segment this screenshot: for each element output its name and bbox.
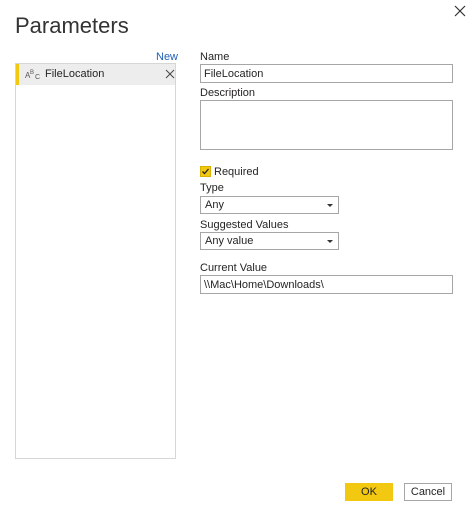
parameter-list-item[interactable]: A B C FileLocation xyxy=(16,64,175,85)
required-checkbox[interactable] xyxy=(200,166,211,177)
chevron-down-icon xyxy=(327,240,333,243)
name-label: Name xyxy=(200,51,230,63)
abc-text-type-icon: A B C xyxy=(25,70,40,81)
type-dropdown[interactable]: Any xyxy=(200,196,339,214)
parameter-name-label: FileLocation xyxy=(45,68,105,80)
svg-text:C: C xyxy=(35,74,40,81)
new-parameter-link[interactable]: New xyxy=(156,50,178,64)
required-label[interactable]: Required xyxy=(214,166,259,179)
checkmark-icon xyxy=(202,168,209,175)
current-value-label: Current Value xyxy=(200,262,268,274)
suggested-values-dropdown[interactable]: Any value xyxy=(200,232,339,250)
suggested-values-selected-value: Any value xyxy=(205,235,254,247)
type-label: Type xyxy=(200,182,224,194)
name-field[interactable] xyxy=(200,64,453,83)
type-selected-value: Any xyxy=(205,199,224,211)
current-value-field[interactable] xyxy=(200,275,453,294)
dialog-title: Parameters xyxy=(15,13,129,38)
suggested-values-label: Suggested Values xyxy=(200,219,289,231)
close-icon[interactable] xyxy=(451,2,469,20)
parameter-list: A B C FileLocation xyxy=(15,63,176,459)
ok-button[interactable]: OK xyxy=(345,483,393,501)
cancel-button[interactable]: Cancel xyxy=(404,483,452,501)
svg-text:B: B xyxy=(30,70,34,76)
remove-parameter-icon[interactable] xyxy=(165,69,175,79)
chevron-down-icon xyxy=(327,204,333,207)
description-label: Description xyxy=(200,87,256,99)
description-field[interactable] xyxy=(200,100,453,150)
